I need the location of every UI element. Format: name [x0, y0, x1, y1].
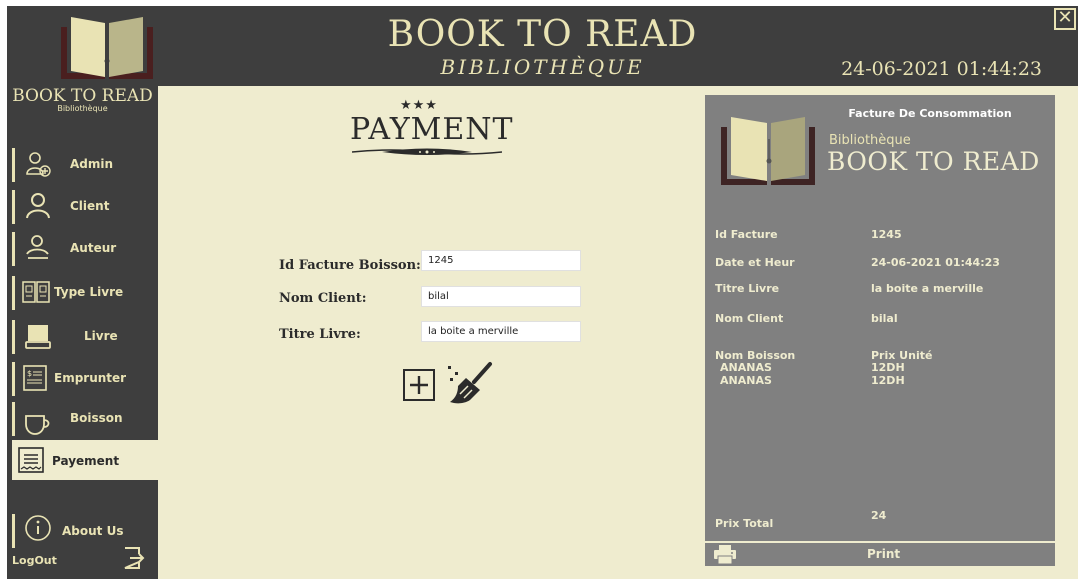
sidebar-item-livre[interactable]: Livre — [12, 318, 158, 354]
invoice-brand: BOOK TO READ — [827, 147, 1040, 176]
app-window: BOOK TO READ BIBLIOTHÈQUE 24-06-2021 01:… — [0, 0, 1084, 580]
nav-indicator — [12, 232, 15, 266]
total-value: 24 — [871, 509, 887, 522]
title-underline-flourish — [352, 148, 502, 155]
sidebar-item-label: Livre — [84, 329, 118, 343]
add-user-icon — [26, 152, 51, 177]
user-icon — [26, 193, 50, 219]
sidebar-item-client[interactable]: Client — [12, 188, 158, 224]
cup-icon — [25, 415, 50, 435]
print-button[interactable]: Print — [705, 543, 1055, 566]
sidebar-brand-title: BOOK TO READ — [12, 86, 153, 106]
nav-indicator — [12, 276, 15, 310]
nav-indicator — [12, 402, 15, 436]
nav-indicator — [12, 148, 15, 182]
book-logo-icon — [721, 117, 815, 185]
invoice-key: Date et Heur — [715, 256, 795, 269]
sidebar-brand: BOOK TO READ Bibliothèque — [7, 86, 158, 113]
book-type-icon — [22, 281, 50, 303]
item-price: 12DH — [871, 374, 905, 387]
header: BOOK TO READ BIBLIOTHÈQUE 24-06-2021 01:… — [7, 6, 1078, 86]
sidebar-item-label: Type Livre — [54, 285, 124, 299]
sidebar-item-label: Auteur — [70, 241, 117, 255]
titre-livre-label: Titre Livre: — [279, 327, 361, 342]
close-button[interactable]: ✕ — [1054, 8, 1076, 30]
sidebar-item-emprunter[interactable]: $ Emprunter — [12, 360, 158, 396]
svg-text:$: $ — [27, 369, 32, 378]
stars-decoration: ★★★ — [400, 98, 438, 113]
item-price: 12DH — [871, 361, 905, 374]
invoice-value: 1245 — [871, 228, 902, 241]
sidebar-item-type-livre[interactable]: Type Livre — [12, 274, 158, 310]
id-facture-input[interactable]: 1245 — [421, 250, 581, 271]
invoice-value: la boite a merville — [871, 282, 984, 295]
sidebar-item-label: About Us — [62, 524, 124, 538]
invoice-key: Id Facture — [715, 228, 778, 241]
invoice-value: 24-06-2021 01:44:23 — [871, 256, 1000, 269]
book-icon — [25, 325, 51, 349]
sidebar-item-label: Payement — [52, 454, 120, 468]
invoice-value: bilal — [871, 312, 898, 325]
sidebar-item-admin[interactable]: Admin — [12, 146, 158, 182]
item-name: ANANAS — [720, 361, 772, 374]
nav-indicator — [12, 190, 15, 224]
info-icon — [25, 515, 51, 541]
sidebar-item-label: Client — [70, 199, 110, 213]
sidebar-item-about-us[interactable]: About Us — [12, 512, 158, 548]
invoice-key: Nom Client — [715, 312, 784, 325]
invoice-panel: Facture De Consommation Bibliothèque BOO… — [705, 95, 1055, 541]
sidebar-item-boisson[interactable]: Boisson — [12, 400, 158, 436]
add-button[interactable] — [402, 368, 436, 402]
nav-indicator — [12, 514, 15, 548]
page-title: PAYMENT — [350, 112, 514, 147]
invoice-brand-subtitle: Bibliothèque — [829, 133, 911, 148]
sidebar-item-auteur[interactable]: Auteur — [12, 230, 158, 266]
invoice-key: Titre Livre — [715, 282, 780, 295]
borrow-icon: $ — [23, 365, 47, 391]
logout-label[interactable]: LogOut — [12, 554, 57, 567]
receipt-icon — [18, 447, 44, 473]
current-datetime: 24-06-2021 01:44:23 — [841, 58, 1042, 80]
sidebar-item-label: Emprunter — [54, 371, 127, 385]
sidebar: BOOK TO READ Bibliothèque Admin Client A… — [7, 86, 158, 579]
author-icon — [26, 235, 49, 259]
nom-client-label: Nom Client: — [279, 291, 367, 306]
printer-icon — [714, 545, 736, 564]
nom-client-input[interactable]: bilal — [421, 286, 581, 307]
titre-livre-input[interactable]: la boite a merville — [421, 321, 581, 342]
item-name: ANANAS — [720, 374, 772, 387]
app-title: BOOK TO READ — [387, 14, 698, 55]
logout-icon[interactable] — [123, 546, 145, 570]
sidebar-item-label: Boisson — [70, 411, 123, 425]
nav-indicator — [12, 362, 15, 396]
print-label: Print — [867, 547, 901, 561]
total-label: Prix Total — [715, 517, 774, 530]
sidebar-item-payement[interactable]: Payement — [12, 440, 158, 480]
sidebar-item-label: Admin — [70, 157, 114, 171]
id-facture-label: Id Facture Boisson: — [279, 258, 421, 273]
clear-broom-button[interactable] — [446, 360, 494, 406]
nav-indicator — [12, 320, 15, 354]
